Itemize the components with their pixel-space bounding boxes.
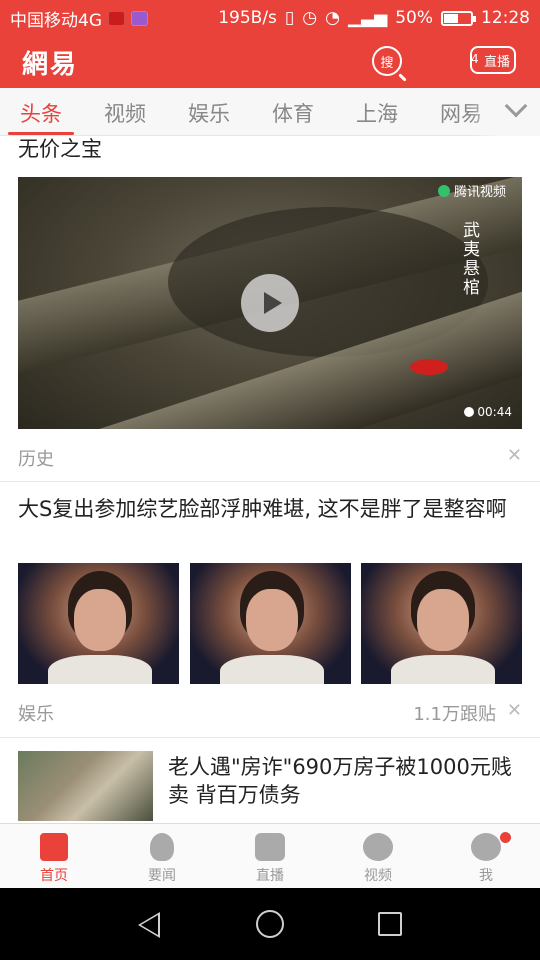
- channel-tabs: 头条 视频 娱乐 体育 上海 网易: [0, 88, 540, 136]
- netease-logo: 網易: [22, 50, 79, 80]
- clock: 12:28: [481, 8, 530, 28]
- home-icon[interactable]: [256, 910, 284, 938]
- news-feed: 无价之宝 腾讯视频 武夷悬棺 00:44 历史 ✕ 大S复出参加综艺脸部浮肿难堪…: [0, 137, 540, 823]
- tabbar-me[interactable]: 我: [432, 824, 540, 888]
- tabbar-video[interactable]: 视频: [324, 824, 432, 888]
- duration-text: 00:44: [477, 405, 512, 419]
- search-label: 搜: [380, 55, 394, 71]
- thumb-body: [391, 655, 495, 684]
- watermark-text: 腾讯视频: [453, 185, 506, 200]
- comment-count[interactable]: 1.1万跟贴: [413, 700, 496, 726]
- article-thumbnail[interactable]: [361, 563, 522, 684]
- news-doc-icon: [40, 833, 68, 861]
- status-bar: 中国移动4G 195B/s ▯ ◷ ◔ ▁▃▅ 50% 12:28: [0, 0, 540, 36]
- tab-sports[interactable]: 体育: [272, 98, 314, 128]
- tencent-video-icon: [437, 184, 450, 197]
- live-count: 4: [471, 52, 479, 66]
- dismiss-icon[interactable]: ✕: [507, 700, 522, 721]
- tabbar-label: 视频: [364, 868, 392, 884]
- notification-dot: [500, 832, 511, 843]
- wifi-icon: ◔: [325, 8, 340, 28]
- tab-headline[interactable]: 头条: [20, 98, 62, 128]
- battery-percent: 50%: [395, 8, 433, 28]
- tab-entertainment[interactable]: 娱乐: [188, 98, 230, 128]
- net-speed: 195B/s: [218, 8, 277, 28]
- person-icon: [471, 833, 501, 861]
- notification-gallery-icon: [131, 10, 148, 26]
- tabbar-label: 要闻: [148, 868, 176, 884]
- thumb-face: [417, 589, 469, 651]
- tabbar-home[interactable]: 首页: [0, 824, 108, 888]
- bulb-icon: [150, 833, 174, 861]
- notification-app-icon: [108, 10, 125, 26]
- camera-icon: [255, 833, 285, 861]
- dismiss-icon[interactable]: ✕: [507, 445, 522, 466]
- alarm-icon: ◷: [302, 8, 318, 28]
- article-thumbnail[interactable]: [18, 751, 153, 821]
- video-caption: 武夷悬棺: [459, 221, 479, 297]
- article-title[interactable]: 大S复出参加综艺脸部浮肿难堪, 这不是胖了是整容啊: [18, 495, 518, 523]
- divider: [0, 737, 540, 738]
- thumb-face: [246, 589, 298, 651]
- video-title[interactable]: 无价之宝: [18, 137, 102, 163]
- article-title[interactable]: 老人遇"房诈"690万房子被1000元贱卖 背百万债务: [168, 753, 523, 809]
- thumb-body: [220, 655, 324, 684]
- vibrate-icon: ▯: [284, 8, 295, 28]
- app-header: 網易 搜 4 直播: [0, 36, 540, 88]
- tabbar-live[interactable]: 直播: [216, 824, 324, 888]
- live-label: 直播: [483, 54, 510, 70]
- video-category: 历史: [18, 449, 54, 470]
- thumb-body: [48, 655, 152, 684]
- recent-apps-icon[interactable]: [378, 912, 402, 936]
- search-button[interactable]: 搜: [372, 46, 402, 76]
- article-thumbnail[interactable]: [18, 563, 179, 684]
- thumb-face: [74, 589, 126, 651]
- tab-shanghai[interactable]: 上海: [356, 98, 398, 128]
- battery-fill: [444, 13, 458, 23]
- tab-fade: [470, 88, 540, 136]
- active-tab-indicator: [8, 132, 74, 135]
- article-category: 娱乐: [18, 704, 54, 725]
- play-icon[interactable]: [241, 274, 299, 332]
- tabbar-headlines[interactable]: 要闻: [108, 824, 216, 888]
- live-button[interactable]: 4 直播: [470, 46, 516, 74]
- tabbar-label: 直播: [256, 868, 284, 884]
- video-duration: 00:44: [464, 405, 512, 419]
- tabbar-label: 我: [479, 868, 493, 884]
- back-icon[interactable]: [138, 912, 160, 938]
- channel-logo: [410, 359, 448, 375]
- bottom-tab-bar: 首页 要闻 直播 视频 我: [0, 823, 540, 888]
- article-thumbnail[interactable]: [190, 563, 351, 684]
- mini-play-icon: [464, 407, 475, 417]
- battery-icon: [441, 10, 476, 26]
- carrier-label: 中国移动4G: [10, 10, 102, 31]
- tabbar-label: 首页: [40, 868, 68, 884]
- signal-icon: ▁▃▅: [347, 8, 388, 28]
- video-player[interactable]: 腾讯视频 武夷悬棺 00:44: [18, 177, 522, 429]
- system-nav-bar: [0, 888, 540, 960]
- divider: [0, 481, 540, 482]
- tab-video[interactable]: 视频: [104, 98, 146, 128]
- play-icon: [363, 833, 393, 861]
- video-watermark: 腾讯视频: [437, 181, 506, 200]
